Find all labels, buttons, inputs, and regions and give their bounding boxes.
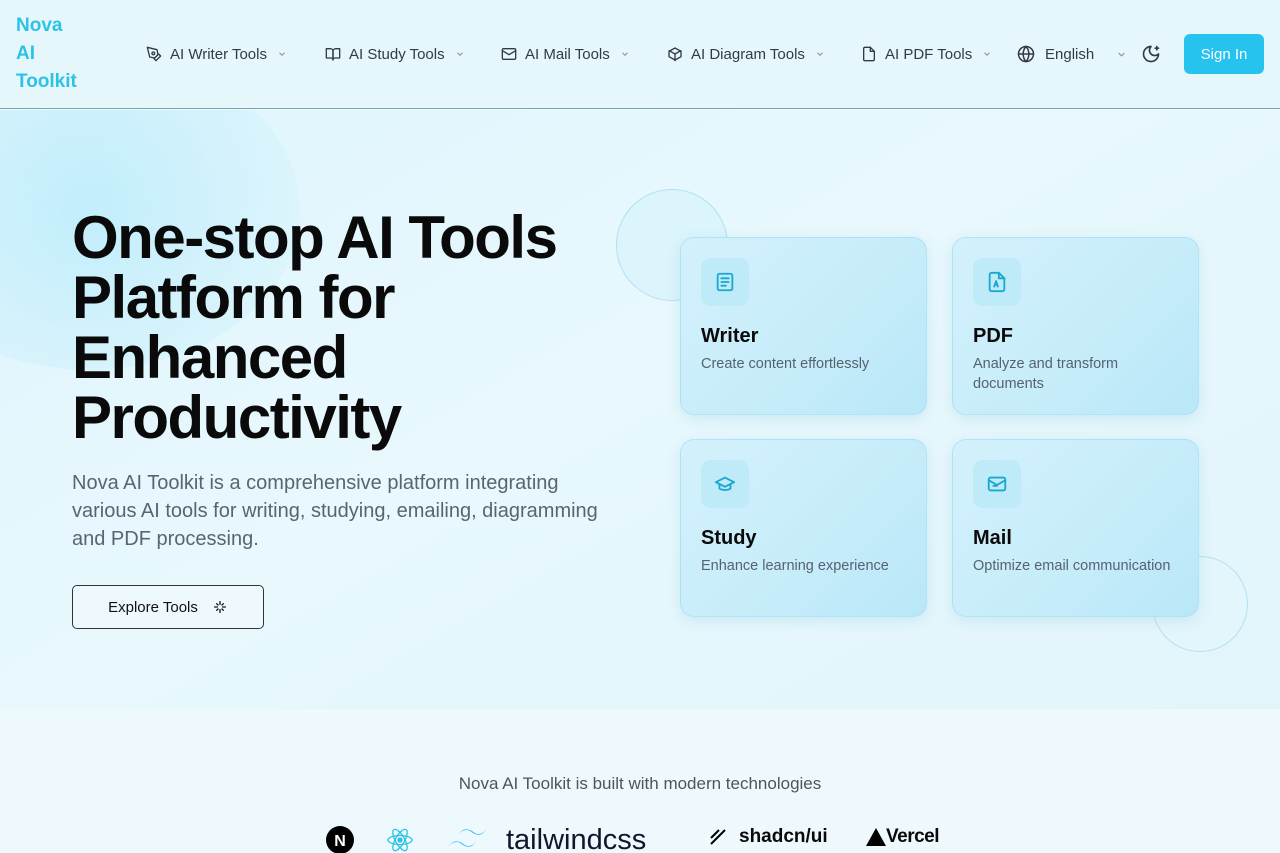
nav-label: AI Writer Tools	[170, 45, 267, 63]
vercel-wordmark: Vercel	[886, 826, 940, 847]
tool-card-pdf[interactable]: PDF Analyze and transform documents	[952, 237, 1199, 415]
brand-logo[interactable]: Nova AI Toolkit	[16, 12, 96, 96]
language-label: English	[1045, 45, 1095, 63]
nextjs-logo: N	[326, 826, 354, 853]
mail-open-icon	[973, 460, 1021, 508]
brand-line-3: Toolkit	[16, 71, 77, 92]
vercel-logo: Vercel	[866, 826, 940, 848]
shadcn-wordmark: shadcn/ui	[739, 826, 828, 847]
chevron-down-icon	[1118, 52, 1125, 57]
nav-label: AI PDF Tools	[885, 45, 973, 63]
nav-label: AI Mail Tools	[525, 45, 610, 63]
tailwindcss-logo: tailwindcss	[446, 826, 646, 853]
tailwindcss-wordmark: tailwindcss	[506, 824, 647, 853]
tech-caption: Nova AI Toolkit is built with modern tec…	[458, 774, 822, 793]
hero-section: One-stop AI Tools Platform for Enhanced …	[0, 110, 1280, 709]
chevron-down-icon	[279, 52, 285, 56]
nav-label: AI Diagram Tools	[691, 45, 805, 63]
cube-icon	[668, 47, 682, 62]
sign-in-button[interactable]: Sign In	[1184, 34, 1264, 74]
shadcn-logo: shadcn/ui	[707, 826, 828, 848]
top-navbar: Nova AI Toolkit AI Writer Tools AI Study…	[0, 0, 1280, 109]
chevron-down-icon	[817, 52, 823, 56]
tool-card-writer[interactable]: Writer Create content effortlessly	[680, 237, 927, 415]
card-description: Analyze and transform documents	[973, 356, 1119, 392]
nav-ai-diagram-tools[interactable]: AI Diagram Tools	[667, 43, 825, 65]
language-selector[interactable]: English	[1017, 43, 1127, 65]
nav-ai-mail-tools[interactable]: AI Mail Tools	[501, 43, 630, 65]
nextjs-logo-letter: N	[334, 833, 346, 850]
card-title: PDF	[973, 325, 1013, 347]
card-title: Writer	[701, 325, 759, 347]
nav-ai-writer-tools[interactable]: AI Writer Tools	[146, 43, 287, 65]
explore-tools-button[interactable]: Explore Tools	[72, 585, 264, 629]
globe-icon	[1017, 45, 1035, 63]
card-title: Mail	[973, 527, 1012, 549]
hero-title: One-stop AI Tools Platform for Enhanced …	[72, 204, 558, 451]
brand-line-2: AI	[16, 43, 35, 64]
pen-icon	[146, 46, 162, 62]
nav-ai-study-tools[interactable]: AI Study Tools	[325, 43, 465, 65]
card-description: Optimize email communication	[973, 558, 1171, 574]
card-description: Enhance learning experience	[701, 558, 889, 574]
moon-sparkle-icon	[1142, 45, 1160, 63]
nav-label: AI Study Tools	[349, 45, 445, 63]
card-description: Create content effortlessly	[701, 356, 870, 372]
chevron-down-icon	[984, 52, 991, 56]
brand-line-1: Nova	[16, 15, 63, 36]
file-icon	[863, 46, 875, 62]
theme-toggle-button[interactable]	[1138, 41, 1164, 67]
tool-card-study[interactable]: Study Enhance learning experience	[680, 439, 927, 617]
chevron-down-icon	[456, 52, 463, 56]
book-icon	[325, 48, 341, 61]
sparkle-icon	[213, 601, 226, 613]
mail-icon	[501, 48, 517, 60]
explore-tools-label: Explore Tools	[108, 598, 198, 616]
graduation-cap-icon	[701, 460, 749, 508]
react-logo	[386, 826, 414, 853]
hero-subtitle: Nova AI Toolkit is a comprehensive platf…	[72, 472, 598, 550]
nav-ai-pdf-tools[interactable]: AI PDF Tools	[861, 43, 992, 65]
tool-card-mail[interactable]: Mail Optimize email communication	[952, 439, 1199, 617]
document-icon	[701, 258, 749, 306]
chevron-down-icon	[621, 52, 628, 56]
card-title: Study	[701, 527, 757, 549]
pdf-icon	[973, 258, 1021, 306]
